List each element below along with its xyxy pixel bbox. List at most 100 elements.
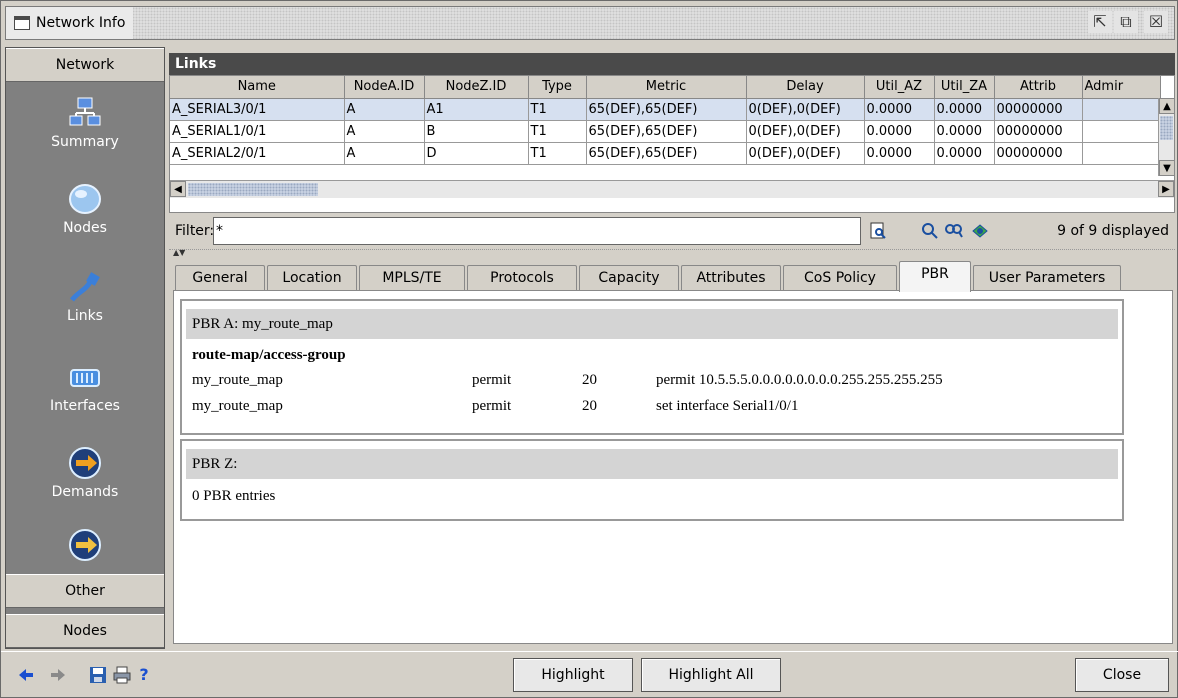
sidebar-item-label: Interfaces [50, 398, 120, 414]
cell: A1 [424, 98, 529, 121]
cell: 0(DEF),0(DEF) [746, 120, 865, 143]
scroll-right-icon[interactable]: ▶ [1158, 181, 1174, 197]
pbr-z-entries: 0 PBR entries [192, 488, 276, 504]
cell: T1 [528, 98, 587, 121]
forward-arrow-icon[interactable] [49, 666, 67, 684]
sidebar-item-nodes[interactable]: Nodes [6, 182, 164, 236]
route-map-sequence: 20 [582, 372, 597, 388]
route-map-name: my_route_map [192, 372, 283, 388]
filter-bar: Filter: * 9 of 9 displayed [169, 213, 1175, 249]
close-window-icon[interactable]: ☒ [1144, 11, 1168, 33]
pbr-z-box: PBR Z: 0 PBR entries [180, 439, 1124, 521]
undock-icon[interactable]: ⇱ [1088, 11, 1112, 33]
help-icon[interactable]: ? [135, 666, 153, 684]
cell: 0.0000 [864, 142, 935, 165]
pbr-a-subheader: route-map/access-group [192, 347, 346, 363]
window-icon [14, 16, 30, 30]
sidebar-item-label: Links [67, 308, 103, 324]
column-header-attrib[interactable]: Attrib [994, 76, 1083, 99]
network-info-window: Network Info ⇱ ⧉ ☒ Network Summary Nodes [0, 0, 1178, 698]
column-header-util-za[interactable]: Util_ZA [934, 76, 995, 99]
links-section-title: Links [169, 53, 1175, 75]
tab-attributes[interactable]: Attributes [681, 265, 781, 291]
filter-label: Filter: [175, 223, 215, 239]
tab-pbr[interactable]: PBR [899, 261, 971, 292]
collapse-arrows-icon[interactable]: ▲▼ [173, 248, 185, 257]
search-all-icon[interactable] [945, 222, 963, 240]
cell: 0(DEF),0(DEF) [746, 98, 865, 121]
table-row[interactable]: A_SERIAL3/0/1 A A1 T1 65(DEF),65(DEF) 0(… [170, 98, 1161, 121]
column-header-admin[interactable]: Admir [1082, 76, 1161, 99]
sidebar-item-more[interactable] [6, 528, 164, 566]
pbr-a-header: PBR A: my_route_map [186, 309, 1118, 339]
save-icon[interactable] [89, 666, 107, 684]
tab-user-parameters[interactable]: User Parameters [973, 265, 1121, 291]
tab-general[interactable]: General [175, 265, 265, 291]
sidebar-item-interfaces[interactable]: Interfaces [6, 360, 164, 414]
table-row[interactable]: A_SERIAL1/0/1 A B T1 65(DEF),65(DEF) 0(D… [170, 120, 1161, 143]
cell: 0.0000 [934, 142, 995, 165]
cell [1082, 142, 1161, 165]
search-icon[interactable] [921, 222, 939, 240]
tab-location[interactable]: Location [267, 265, 357, 291]
scroll-up-icon[interactable]: ▲ [1159, 98, 1175, 114]
highlight-button[interactable]: Highlight [513, 658, 633, 692]
tab-capacity[interactable]: Capacity [579, 265, 679, 291]
print-icon[interactable] [113, 666, 131, 684]
tab-cos-policy[interactable]: CoS Policy [783, 265, 897, 291]
demands-alt-icon [69, 529, 101, 561]
cell: T1 [528, 120, 587, 143]
column-header-nodez-id[interactable]: NodeZ.ID [424, 76, 529, 99]
route-map-clause: permit 10.5.5.5.0.0.0.0.0.0.0.0.255.255.… [656, 372, 943, 388]
split-pane-divider[interactable]: ▲▼ [169, 248, 1175, 257]
scroll-left-icon[interactable]: ◀ [170, 181, 186, 197]
column-header-nodea-id[interactable]: NodeA.ID [344, 76, 425, 99]
column-header-name[interactable]: Name [170, 76, 345, 99]
window-title: Network Info [36, 15, 126, 31]
tab-protocols[interactable]: Protocols [467, 265, 577, 291]
cell: A_SERIAL3/0/1 [170, 98, 345, 121]
summary-icon [69, 97, 101, 126]
horizontal-scroll-thumb[interactable] [188, 183, 318, 196]
links-icon [70, 272, 100, 302]
column-header-type[interactable]: Type [528, 76, 587, 99]
filter-document-icon[interactable] [869, 222, 887, 240]
maximize-icon[interactable]: ⧉ [1114, 11, 1138, 33]
tab-bar: General Location MPLS/TE Protocols Capac… [175, 261, 1175, 292]
links-table-container: Name NodeA.ID NodeZ.ID Type Metric Delay… [169, 75, 1175, 213]
vertical-scroll-thumb[interactable] [1160, 116, 1173, 140]
filter-network-icon[interactable] [971, 222, 989, 240]
highlight-all-button[interactable]: Highlight All [641, 658, 781, 692]
tab-mpls-te[interactable]: MPLS/TE [359, 265, 465, 291]
cell: 0.0000 [934, 120, 995, 143]
pbr-a-box: PBR A: my_route_map route-map/access-gro… [180, 299, 1124, 435]
title-bar[interactable]: Network Info ⇱ ⧉ ☒ [5, 6, 1175, 40]
back-arrow-icon[interactable] [17, 666, 35, 684]
cell: 00000000 [994, 142, 1083, 165]
horizontal-scrollbar[interactable]: ◀ ▶ [170, 180, 1174, 198]
sidebar-header-nodes[interactable]: Nodes [6, 614, 164, 648]
table-row[interactable]: A_SERIAL2/0/1 A D T1 65(DEF),65(DEF) 0(D… [170, 142, 1161, 165]
cell: 65(DEF),65(DEF) [586, 120, 747, 143]
sidebar-header-other[interactable]: Other [6, 574, 164, 608]
bottom-toolbar: ? Highlight Highlight All Close [1, 651, 1178, 697]
vertical-scrollbar[interactable]: ▲ ▼ [1158, 98, 1175, 176]
filter-input[interactable]: * [213, 217, 861, 245]
column-header-delay[interactable]: Delay [746, 76, 865, 99]
cell: A [344, 98, 425, 121]
display-count: 9 of 9 displayed [1057, 223, 1169, 239]
column-header-util-az[interactable]: Util_AZ [864, 76, 935, 99]
sidebar-header-network[interactable]: Network [6, 48, 164, 82]
cell: 0(DEF),0(DEF) [746, 142, 865, 165]
window-title-label: Network Info [6, 7, 134, 39]
cell: A [344, 120, 425, 143]
sidebar-item-demands[interactable]: Demands [6, 446, 164, 500]
sidebar-item-links[interactable]: Links [6, 270, 164, 324]
sidebar-item-label: Summary [51, 134, 119, 150]
close-button[interactable]: Close [1075, 658, 1169, 692]
route-map-name: my_route_map [192, 398, 283, 414]
column-header-metric[interactable]: Metric [586, 76, 747, 99]
sidebar-item-summary[interactable]: Summary [6, 96, 164, 150]
cell: A_SERIAL2/0/1 [170, 142, 345, 165]
scroll-down-icon[interactable]: ▼ [1159, 160, 1175, 176]
